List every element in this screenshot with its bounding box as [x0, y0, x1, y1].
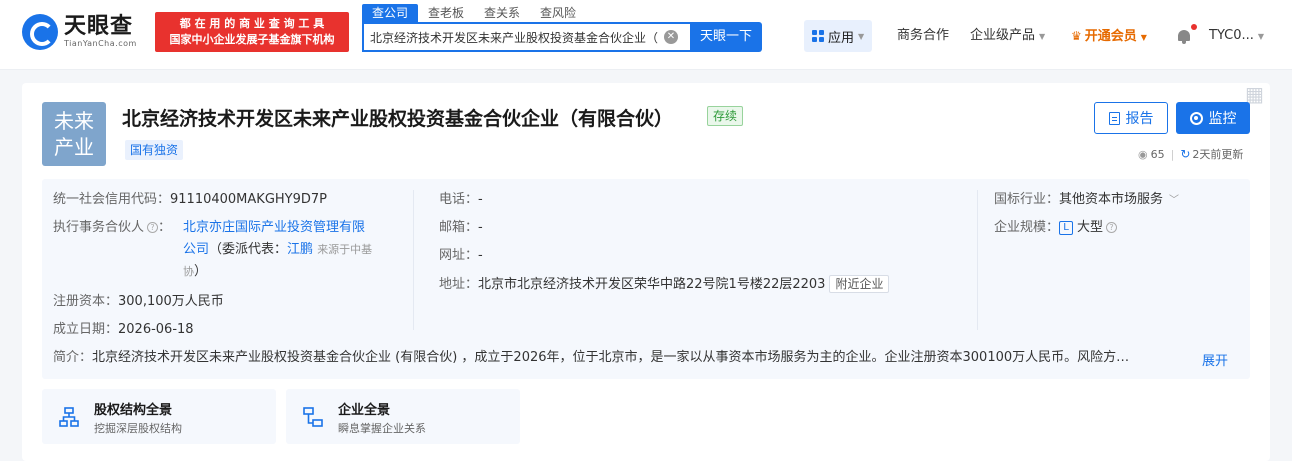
tab-risk[interactable]: 查风险: [530, 4, 586, 22]
card-title: 企业全景: [338, 403, 391, 418]
refresh-icon: ↻: [1180, 147, 1191, 161]
bell-icon[interactable]: [1177, 28, 1191, 44]
card-subtitle: 挖掘深层股权结构: [94, 422, 182, 435]
partner-link-line1[interactable]: 北京亦庄国际产业投资管理有限: [183, 219, 365, 237]
document-icon: [1108, 111, 1120, 125]
chevron-down-icon: ▼: [1140, 33, 1147, 42]
slogan-badge: 都 在 用 的 商 业 查 询 工 具 国家中小企业发展子基金旗下机构: [155, 12, 349, 52]
intro-text: 北京经济技术开发区未来产业股权投资基金合伙企业 (有限合伙) ，成立于2026年…: [92, 350, 1130, 365]
capital-row: 注册资本：300,100万人民币: [53, 294, 224, 309]
update-time: 2天前更新: [1192, 148, 1244, 161]
address-row: 地址：北京市北京经济技术开发区荣华中路22号院1号楼22层2203 附近企业: [439, 275, 890, 294]
crown-icon: ♛: [1071, 29, 1082, 43]
chevron-down-icon[interactable]: ﹀: [1169, 195, 1179, 206]
company-name: 北京经济技术开发区未来产业股权投资基金合伙企业（有限合伙）: [122, 108, 674, 130]
logo-eye-icon: [22, 14, 58, 50]
founded-row: 成立日期：2026-06-18: [53, 322, 194, 337]
intro-row: 简介：北京经济技术开发区未来产业股权投资基金合伙企业 (有限合伙) ，成立于20…: [53, 350, 1130, 365]
phone-row: 电话：-: [439, 192, 483, 207]
search-tabs: 查公司 查老板 查关系 查风险: [362, 4, 586, 22]
logo-en: TianYanCha.com: [64, 39, 137, 48]
column-divider: [413, 190, 414, 330]
search-button[interactable]: 天眼一下: [690, 22, 762, 52]
nav-apps-button[interactable]: 应用 ▼: [804, 20, 873, 52]
logo-cn: 天眼查: [64, 14, 134, 39]
phone-value: -: [478, 192, 483, 207]
clear-icon[interactable]: ✕: [664, 30, 678, 44]
website-value: -: [478, 248, 483, 263]
monitor-button[interactable]: 监控: [1176, 102, 1250, 134]
view-count: 65: [1150, 147, 1165, 161]
meta-info: ◉ 65 | ↻ 2天前更新: [1138, 147, 1244, 161]
email-value: -: [478, 220, 483, 235]
website-row: 网址：-: [439, 248, 483, 263]
slogan-line2: 国家中小企业发展子基金旗下机构: [169, 33, 335, 46]
credit-code-value[interactable]: 91110400MAKGHY9D7P: [170, 192, 327, 207]
partner-link-line2[interactable]: 公司: [183, 242, 209, 257]
source-note: 来源于中基: [317, 243, 373, 256]
partner-line3: 协）: [183, 264, 208, 279]
card-subtitle: 瞬息掌握企业关系: [338, 422, 426, 435]
nav-apps-label: 应用: [828, 30, 855, 46]
partner-label: 执行事务合伙人?：: [53, 220, 172, 235]
search-input[interactable]: [370, 30, 660, 44]
partner-line2: 公司（委派代表：江鹏 来源于中基: [183, 242, 373, 257]
ownership-tag[interactable]: 国有独资: [125, 140, 184, 160]
scale-value: 大型: [1077, 220, 1104, 235]
tab-company[interactable]: 查公司: [362, 4, 419, 22]
slogan-line1: 都 在 用 的 商 业 查 询 工 具: [179, 17, 325, 30]
caret-down-icon: ▼: [858, 31, 865, 41]
industry-value[interactable]: 其他资本市场服务: [1059, 192, 1163, 207]
nearby-companies-button[interactable]: 附近企业: [829, 275, 890, 293]
capital-value: 300,100万人民币: [118, 294, 224, 309]
chevron-down-icon: ▼: [1257, 32, 1265, 41]
enterprise-panorama-icon: [303, 407, 323, 427]
company-logo: 未来 产业: [42, 102, 106, 166]
enterprise-panorama-card[interactable]: 企业全景 瞬息掌握企业关系: [286, 389, 520, 444]
email-row: 邮箱：-: [439, 220, 483, 235]
credit-code-row: 统一社会信用代码：91110400MAKGHY9D7P: [53, 192, 327, 207]
site-logo[interactable]: 天眼查 TianYanCha.com: [22, 12, 137, 52]
report-button[interactable]: 报告: [1094, 102, 1168, 134]
help-icon[interactable]: ?: [1106, 222, 1118, 233]
status-badge: 存续: [707, 106, 744, 126]
nav-business[interactable]: 商务合作: [897, 20, 949, 52]
equity-structure-icon: [59, 407, 79, 427]
expand-link[interactable]: 展开: [1202, 350, 1228, 369]
eye-icon: ◉: [1138, 147, 1148, 161]
tab-boss[interactable]: 查老板: [418, 4, 474, 22]
tab-relation[interactable]: 查关系: [474, 4, 530, 22]
nav-enterprise[interactable]: 企业级产品 ▼: [970, 20, 1045, 52]
column-divider: [977, 190, 978, 330]
apps-grid-icon: [812, 30, 824, 42]
top-header: 天眼查 TianYanCha.com 都 在 用 的 商 业 查 询 工 具 国…: [0, 0, 1292, 70]
founded-value: 2026-06-18: [118, 322, 194, 337]
industry-row: 国标行业：其他资本市场服务 ﹀: [994, 192, 1180, 207]
scale-badge: L: [1059, 221, 1074, 235]
equity-structure-card[interactable]: 股权结构全景 挖掘深层股权结构: [42, 389, 276, 444]
nav-vip[interactable]: ♛ 开通会员 ▼: [1071, 20, 1147, 52]
user-menu[interactable]: TYC0... ▼: [1209, 20, 1264, 52]
scale-row: 企业规模： L 大型?: [994, 219, 1118, 237]
monitor-icon: [1189, 111, 1203, 125]
card-title: 股权结构全景: [94, 403, 173, 418]
notification-dot: [1191, 24, 1197, 30]
address-value[interactable]: 北京市北京经济技术开发区荣华中路22号院1号楼22层2203: [478, 277, 825, 292]
chevron-down-icon: ▼: [1039, 32, 1046, 41]
help-icon[interactable]: ?: [147, 222, 159, 233]
search-box: ✕: [362, 22, 692, 52]
delegate-link[interactable]: 江鹏: [287, 242, 313, 257]
